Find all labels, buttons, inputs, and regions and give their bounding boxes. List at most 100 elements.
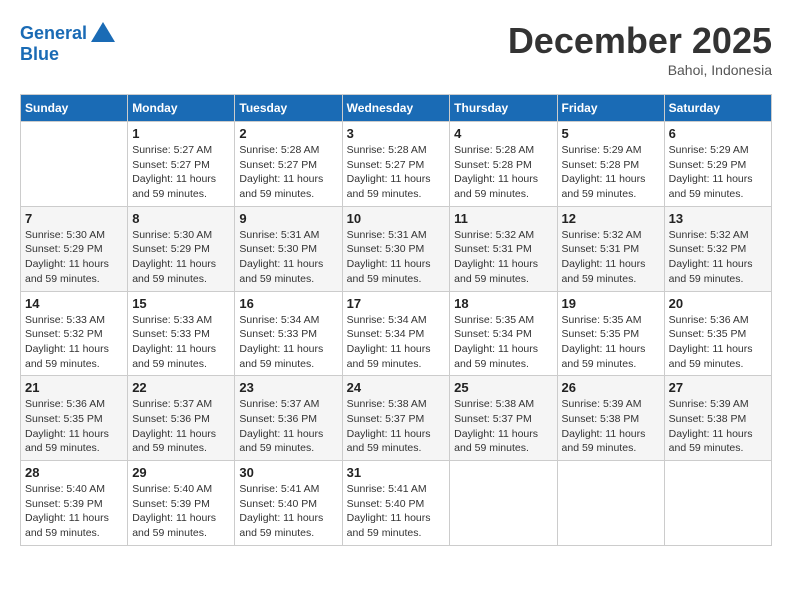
day-number: 11 xyxy=(454,211,552,226)
calendar-cell: 11 Sunrise: 5:32 AM Sunset: 5:31 PM Dayli… xyxy=(450,206,557,291)
day-number: 30 xyxy=(239,465,337,480)
calendar-cell: 8 Sunrise: 5:30 AM Sunset: 5:29 PM Daylig… xyxy=(128,206,235,291)
calendar-cell: 13 Sunrise: 5:32 AM Sunset: 5:32 PM Dayli… xyxy=(664,206,771,291)
calendar-cell: 24 Sunrise: 5:38 AM Sunset: 5:37 PM Dayli… xyxy=(342,376,450,461)
day-info: Sunrise: 5:28 AM Sunset: 5:27 PM Dayligh… xyxy=(347,143,446,202)
weekday-header-friday: Friday xyxy=(557,95,664,122)
calendar-cell xyxy=(664,461,771,546)
day-info: Sunrise: 5:37 AM Sunset: 5:36 PM Dayligh… xyxy=(239,397,337,456)
weekday-header-saturday: Saturday xyxy=(664,95,771,122)
day-number: 25 xyxy=(454,380,552,395)
day-number: 10 xyxy=(347,211,446,226)
calendar-cell: 19 Sunrise: 5:35 AM Sunset: 5:35 PM Dayli… xyxy=(557,291,664,376)
weekday-header-thursday: Thursday xyxy=(450,95,557,122)
calendar-cell: 12 Sunrise: 5:32 AM Sunset: 5:31 PM Dayli… xyxy=(557,206,664,291)
calendar-cell: 1 Sunrise: 5:27 AM Sunset: 5:27 PM Daylig… xyxy=(128,122,235,207)
day-info: Sunrise: 5:34 AM Sunset: 5:33 PM Dayligh… xyxy=(239,313,337,372)
day-info: Sunrise: 5:32 AM Sunset: 5:32 PM Dayligh… xyxy=(669,228,767,287)
calendar-cell: 5Sunrise: 5:29 AM Sunset: 5:28 PM Daylig… xyxy=(557,122,664,207)
day-info: Sunrise: 5:38 AM Sunset: 5:37 PM Dayligh… xyxy=(347,397,446,456)
calendar-cell: 6 Sunrise: 5:29 AM Sunset: 5:29 PM Daylig… xyxy=(664,122,771,207)
calendar-cell: 18 Sunrise: 5:35 AM Sunset: 5:34 PM Dayli… xyxy=(450,291,557,376)
calendar-cell: 30 Sunrise: 5:41 AM Sunset: 5:40 PM Dayli… xyxy=(235,461,342,546)
day-info: Sunrise: 5:31 AM Sunset: 5:30 PM Dayligh… xyxy=(239,228,337,287)
day-info: Sunrise: 5:36 AM Sunset: 5:35 PM Dayligh… xyxy=(669,313,767,372)
day-number: 8 xyxy=(132,211,230,226)
day-info: Sunrise: 5:27 AM Sunset: 5:27 PM Dayligh… xyxy=(132,143,230,202)
day-number: 17 xyxy=(347,296,446,311)
calendar-cell: 17 Sunrise: 5:34 AM Sunset: 5:34 PM Dayli… xyxy=(342,291,450,376)
day-number: 9 xyxy=(239,211,337,226)
day-info: Sunrise: 5:35 AM Sunset: 5:34 PM Dayligh… xyxy=(454,313,552,372)
day-number: 15 xyxy=(132,296,230,311)
day-number: 20 xyxy=(669,296,767,311)
day-number: 4 xyxy=(454,126,552,141)
page-header: General Blue December 2025 Bahoi, Indone… xyxy=(20,20,772,78)
day-number: 14 xyxy=(25,296,123,311)
day-info: Sunrise: 5:32 AM Sunset: 5:31 PM Dayligh… xyxy=(454,228,552,287)
calendar-cell: 14 Sunrise: 5:33 AM Sunset: 5:32 PM Dayli… xyxy=(21,291,128,376)
day-info: Sunrise: 5:39 AM Sunset: 5:38 PM Dayligh… xyxy=(669,397,767,456)
calendar-cell: 10 Sunrise: 5:31 AM Sunset: 5:30 PM Dayli… xyxy=(342,206,450,291)
day-number: 18 xyxy=(454,296,552,311)
title-block: December 2025 Bahoi, Indonesia xyxy=(508,20,772,78)
calendar-cell: 27 Sunrise: 5:39 AM Sunset: 5:38 PM Dayli… xyxy=(664,376,771,461)
day-number: 6 xyxy=(669,126,767,141)
weekday-header-sunday: Sunday xyxy=(21,95,128,122)
day-number: 24 xyxy=(347,380,446,395)
calendar-cell: 31 Sunrise: 5:41 AM Sunset: 5:40 PM Dayli… xyxy=(342,461,450,546)
day-info: Sunrise: 5:38 AM Sunset: 5:37 PM Dayligh… xyxy=(454,397,552,456)
day-number: 12 xyxy=(562,211,660,226)
calendar-cell: 26Sunrise: 5:39 AM Sunset: 5:38 PM Dayli… xyxy=(557,376,664,461)
day-info: Sunrise: 5:33 AM Sunset: 5:32 PM Dayligh… xyxy=(25,313,123,372)
logo-text: General xyxy=(20,23,87,45)
weekday-header-monday: Monday xyxy=(128,95,235,122)
day-number: 28 xyxy=(25,465,123,480)
day-info: Sunrise: 5:34 AM Sunset: 5:34 PM Dayligh… xyxy=(347,313,446,372)
day-number: 29 xyxy=(132,465,230,480)
day-info: Sunrise: 5:29 AM Sunset: 5:29 PM Dayligh… xyxy=(669,143,767,202)
month-title: December 2025 xyxy=(508,20,772,62)
day-info: Sunrise: 5:40 AM Sunset: 5:39 PM Dayligh… xyxy=(132,482,230,541)
calendar-cell: 3 Sunrise: 5:28 AM Sunset: 5:27 PM Daylig… xyxy=(342,122,450,207)
calendar-cell xyxy=(21,122,128,207)
day-number: 13 xyxy=(669,211,767,226)
calendar-cell: 4Sunrise: 5:28 AM Sunset: 5:28 PM Daylig… xyxy=(450,122,557,207)
day-number: 16 xyxy=(239,296,337,311)
day-info: Sunrise: 5:32 AM Sunset: 5:31 PM Dayligh… xyxy=(562,228,660,287)
calendar-cell: 29 Sunrise: 5:40 AM Sunset: 5:39 PM Dayli… xyxy=(128,461,235,546)
weekday-header-tuesday: Tuesday xyxy=(235,95,342,122)
day-info: Sunrise: 5:29 AM Sunset: 5:28 PM Dayligh… xyxy=(562,143,660,202)
day-number: 19 xyxy=(562,296,660,311)
calendar-cell: 9 Sunrise: 5:31 AM Sunset: 5:30 PM Daylig… xyxy=(235,206,342,291)
calendar-table: SundayMondayTuesdayWednesdayThursdayFrid… xyxy=(20,94,772,546)
logo: General Blue xyxy=(20,20,117,65)
weekday-header-wednesday: Wednesday xyxy=(342,95,450,122)
day-number: 27 xyxy=(669,380,767,395)
calendar-cell: 2 Sunrise: 5:28 AM Sunset: 5:27 PM Daylig… xyxy=(235,122,342,207)
day-info: Sunrise: 5:30 AM Sunset: 5:29 PM Dayligh… xyxy=(25,228,123,287)
day-info: Sunrise: 5:40 AM Sunset: 5:39 PM Dayligh… xyxy=(25,482,123,541)
calendar-cell: 21Sunrise: 5:36 AM Sunset: 5:35 PM Dayli… xyxy=(21,376,128,461)
logo-icon xyxy=(89,20,117,48)
day-info: Sunrise: 5:41 AM Sunset: 5:40 PM Dayligh… xyxy=(347,482,446,541)
day-info: Sunrise: 5:28 AM Sunset: 5:27 PM Dayligh… xyxy=(239,143,337,202)
day-number: 1 xyxy=(132,126,230,141)
day-info: Sunrise: 5:37 AM Sunset: 5:36 PM Dayligh… xyxy=(132,397,230,456)
day-number: 23 xyxy=(239,380,337,395)
calendar-cell: 16 Sunrise: 5:34 AM Sunset: 5:33 PM Dayli… xyxy=(235,291,342,376)
calendar-cell xyxy=(450,461,557,546)
calendar-cell: 25 Sunrise: 5:38 AM Sunset: 5:37 PM Dayli… xyxy=(450,376,557,461)
day-info: Sunrise: 5:39 AM Sunset: 5:38 PM Dayligh… xyxy=(562,397,660,456)
day-number: 7 xyxy=(25,211,123,226)
day-info: Sunrise: 5:36 AM Sunset: 5:35 PM Dayligh… xyxy=(25,397,123,456)
day-number: 31 xyxy=(347,465,446,480)
calendar-cell: 22Sunrise: 5:37 AM Sunset: 5:36 PM Dayli… xyxy=(128,376,235,461)
calendar-cell: 23 Sunrise: 5:37 AM Sunset: 5:36 PM Dayli… xyxy=(235,376,342,461)
day-info: Sunrise: 5:41 AM Sunset: 5:40 PM Dayligh… xyxy=(239,482,337,541)
day-number: 3 xyxy=(347,126,446,141)
day-number: 2 xyxy=(239,126,337,141)
day-info: Sunrise: 5:31 AM Sunset: 5:30 PM Dayligh… xyxy=(347,228,446,287)
day-info: Sunrise: 5:30 AM Sunset: 5:29 PM Dayligh… xyxy=(132,228,230,287)
day-info: Sunrise: 5:35 AM Sunset: 5:35 PM Dayligh… xyxy=(562,313,660,372)
